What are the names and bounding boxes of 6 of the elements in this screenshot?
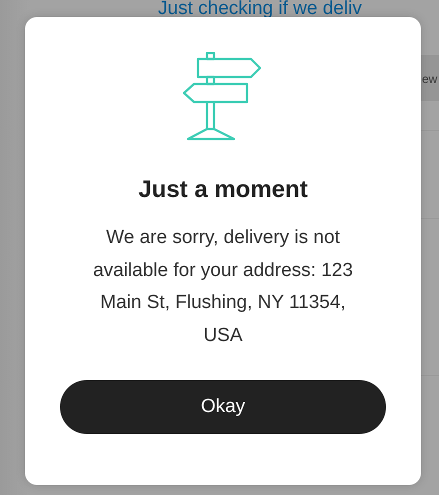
tab-label: ew — [422, 71, 438, 88]
page-heading: Just checking if we deliv — [158, 0, 362, 17]
okay-button[interactable]: Okay — [60, 380, 386, 434]
dialog-title: Just a moment — [137, 175, 309, 205]
dialog-message: We are sorry, delivery is not available for your address: 123 Main St, Flushing, NY 11354, USA — [92, 226, 354, 348]
header-band — [420, 55, 439, 101]
